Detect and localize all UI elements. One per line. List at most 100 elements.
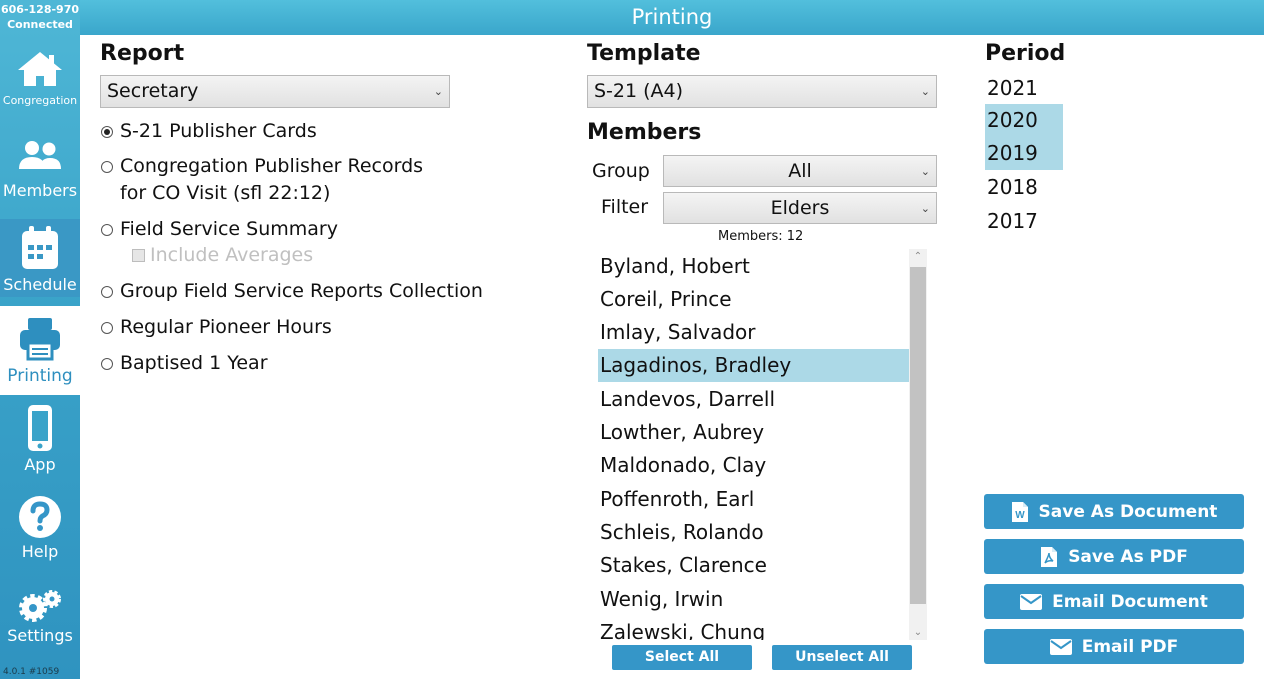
connection-state: Connected <box>7 18 73 31</box>
connection-status: 606-128-970 Connected <box>0 2 80 32</box>
template-heading: Template <box>587 41 701 66</box>
radio-group-field-service-reports[interactable]: Group Field Service Reports Collection <box>101 278 483 305</box>
save-as-pdf-label: Save As PDF <box>1068 546 1188 567</box>
nav-schedule[interactable]: Schedule <box>0 219 80 297</box>
radio-button[interactable] <box>101 224 113 236</box>
radio-button[interactable] <box>101 358 113 370</box>
list-item[interactable]: Schleis, Rolando <box>598 516 909 549</box>
people-icon <box>19 141 61 169</box>
nav-app[interactable]: App <box>0 404 80 479</box>
list-item[interactable]: Imlay, Salvador <box>598 316 909 349</box>
group-select[interactable]: All ⌄ <box>663 155 937 187</box>
period-item-2021[interactable]: 2021 <box>985 72 1063 105</box>
radio-congregation-publisher-records[interactable]: Congregation Publisher Records for CO Vi… <box>101 153 423 207</box>
list-item[interactable]: Poffenroth, Earl <box>598 483 909 516</box>
include-averages-checkbox[interactable]: Include Averages <box>132 242 313 269</box>
radio-button[interactable] <box>101 161 113 173</box>
home-icon <box>18 52 62 86</box>
nav-settings[interactable]: Settings <box>0 588 80 652</box>
version-label: 4.0.1 #1059 <box>3 667 60 677</box>
select-all-button[interactable]: Select All <box>612 645 752 670</box>
pdf-icon <box>1041 546 1058 567</box>
scroll-down-icon[interactable]: ⌄ <box>909 627 927 638</box>
nav-label: Settings <box>7 626 73 645</box>
nav-label: Members <box>2 181 78 200</box>
list-item[interactable]: Landevos, Darrell <box>598 383 909 416</box>
radio-button-checked[interactable] <box>101 126 113 138</box>
word-document-icon: W <box>1011 501 1028 522</box>
envelope-icon <box>1020 593 1043 610</box>
period-item-2018[interactable]: 2018 <box>985 171 1063 204</box>
period-item-2019[interactable]: 2019 <box>985 137 1063 170</box>
nav-label: App <box>24 455 56 474</box>
period-item-2020[interactable]: 2020 <box>985 104 1063 137</box>
list-item[interactable]: Lowther, Aubrey <box>598 416 909 449</box>
template-select-value: S-21 (A4) <box>594 80 684 102</box>
connection-id: 606-128-970 <box>0 3 79 16</box>
radio-s21-publisher-cards[interactable]: S-21 Publisher Cards <box>101 118 317 145</box>
period-item-2017[interactable]: 2017 <box>985 205 1063 238</box>
save-as-document-label: Save As Document <box>1038 501 1218 522</box>
filter-select[interactable]: Elders ⌄ <box>663 192 937 224</box>
calendar-icon <box>22 226 58 269</box>
list-item[interactable]: Zalewski, Chung <box>598 616 909 640</box>
save-as-pdf-button[interactable]: Save As PDF <box>984 539 1244 574</box>
filter-select-value: Elders <box>770 197 830 219</box>
radio-label: Regular Pioneer Hours <box>120 316 332 338</box>
window-title: Printing <box>80 0 1264 35</box>
radio-label: Field Service Summary <box>120 218 338 240</box>
list-item[interactable]: Maldonado, Clay <box>598 449 909 482</box>
radio-button[interactable] <box>101 286 113 298</box>
chevron-down-icon: ⌄ <box>920 202 930 215</box>
radio-label: Congregation Publisher Records <box>120 155 424 177</box>
nav-label: Help <box>21 542 59 561</box>
radio-baptised-1-year[interactable]: Baptised 1 Year <box>101 350 268 377</box>
list-item[interactable]: Stakes, Clarence <box>598 549 909 582</box>
nav-congregation[interactable]: Congregation <box>0 50 80 114</box>
save-as-document-button[interactable]: W Save As Document <box>984 494 1244 529</box>
radio-button[interactable] <box>101 322 113 334</box>
report-select[interactable]: Secretary ⌄ <box>100 75 450 108</box>
nav-label: Congregation <box>2 94 78 107</box>
nav-help[interactable]: Help <box>0 495 80 567</box>
report-select-value: Secretary <box>107 80 199 102</box>
email-document-label: Email Document <box>1052 591 1208 612</box>
checkbox-box[interactable] <box>132 249 145 262</box>
list-item[interactable]: Wenig, Irwin <box>598 583 909 616</box>
printer-icon <box>20 318 60 361</box>
members-list[interactable]: Byland, Hobert Coreil, Prince Imlay, Sal… <box>596 249 927 640</box>
nav-label: Printing <box>7 366 73 386</box>
help-icon <box>19 496 61 538</box>
radio-label: Group Field Service Reports Collection <box>120 280 483 302</box>
members-heading: Members <box>587 120 702 145</box>
scroll-up-icon[interactable]: ⌃ <box>909 251 927 262</box>
scrollbar-thumb[interactable] <box>910 267 926 604</box>
radio-field-service-summary[interactable]: Field Service Summary <box>101 216 338 243</box>
envelope-icon <box>1049 638 1072 655</box>
gear-icon <box>19 590 61 622</box>
group-select-value: All <box>788 160 812 182</box>
email-pdf-label: Email PDF <box>1081 636 1179 657</box>
nav-members[interactable]: Members <box>0 139 80 207</box>
list-item[interactable]: Coreil, Prince <box>598 283 909 316</box>
radio-regular-pioneer-hours[interactable]: Regular Pioneer Hours <box>101 314 332 341</box>
period-heading: Period <box>985 41 1066 66</box>
phone-icon <box>28 405 52 451</box>
svg-text:W: W <box>1015 510 1025 521</box>
radio-label: S-21 Publisher Cards <box>120 120 317 142</box>
list-item[interactable]: Byland, Hobert <box>598 250 909 283</box>
email-pdf-button[interactable]: Email PDF <box>984 629 1244 664</box>
members-count: Members: 12 <box>718 229 804 244</box>
radio-label: Baptised 1 Year <box>120 352 268 374</box>
template-select[interactable]: S-21 (A4) ⌄ <box>587 75 937 108</box>
sidebar: 606-128-970 Connected Congregation Membe… <box>0 0 80 679</box>
chevron-down-icon: ⌄ <box>433 85 443 98</box>
list-item-selected[interactable]: Lagadinos, Bradley <box>598 349 909 382</box>
chevron-down-icon: ⌄ <box>920 85 930 98</box>
unselect-all-button[interactable]: Unselect All <box>772 645 912 670</box>
nav-printing[interactable]: Printing <box>0 306 80 395</box>
members-scrollbar[interactable]: ⌃ ⌄ <box>909 249 927 640</box>
email-document-button[interactable]: Email Document <box>984 584 1244 619</box>
filter-label: Filter <box>601 196 649 218</box>
chevron-down-icon: ⌄ <box>920 165 930 178</box>
